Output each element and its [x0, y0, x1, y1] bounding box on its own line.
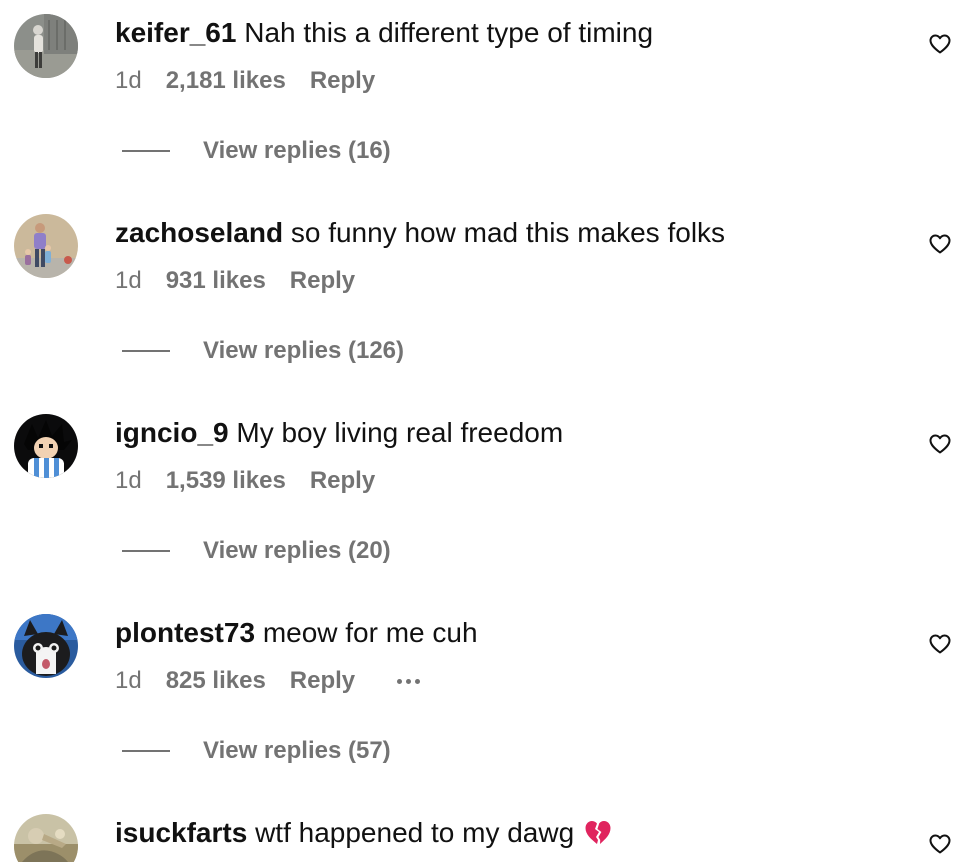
comment-item: isuckfarts wtf happened to my dawg: [0, 800, 964, 862]
comment-text-line: plontest73 meow for me cuh: [115, 616, 478, 650]
comment-body: meow for me cuh: [262, 617, 478, 648]
view-replies-label: View replies (20): [203, 537, 391, 564]
comment-text-line: zachoseland so funny how mad this makes …: [115, 216, 725, 250]
comment-likes[interactable]: 825 likes: [166, 666, 266, 696]
avatar-image: [14, 414, 78, 478]
replies-divider: [122, 550, 170, 552]
avatar[interactable]: [14, 14, 78, 78]
reply-button[interactable]: Reply: [290, 666, 355, 696]
heart-outline-icon[interactable]: [928, 32, 952, 56]
comment-item: plontest73 meow for me cuh 1d 825 likes …: [0, 600, 964, 800]
ellipsis-icon[interactable]: [397, 678, 421, 684]
reply-button[interactable]: Reply: [310, 66, 375, 96]
comment-time: 1d: [115, 667, 142, 694]
avatar[interactable]: [14, 414, 78, 478]
avatar-image: [14, 614, 78, 678]
heart-outline-icon[interactable]: [928, 832, 952, 856]
comment-text-line: isuckfarts wtf happened to my dawg: [115, 816, 612, 853]
avatar-image: [14, 214, 78, 278]
comment-item: igncio_9 My boy living real freedom 1d 1…: [0, 400, 964, 600]
comment-username[interactable]: isuckfarts: [115, 817, 247, 848]
broken-heart-icon: [584, 819, 612, 853]
view-replies-button[interactable]: View replies (57): [122, 736, 391, 766]
comment-time: 1d: [115, 67, 142, 94]
replies-divider: [122, 350, 170, 352]
comment-time: 1d: [115, 467, 142, 494]
comment-username[interactable]: igncio_9: [115, 417, 229, 448]
view-replies-label: View replies (57): [203, 737, 391, 764]
comment-body: My boy living real freedom: [236, 417, 564, 448]
comment-meta: 1d 931 likes Reply: [115, 266, 355, 296]
avatar-image: [14, 14, 78, 78]
comment-body: wtf happened to my dawg: [255, 817, 575, 848]
comment-likes[interactable]: 2,181 likes: [166, 66, 286, 96]
ellipsis-dot: [415, 678, 421, 684]
reply-button[interactable]: Reply: [310, 466, 375, 496]
comment-item: keifer_61 Nah this a different type of t…: [0, 0, 964, 200]
comment-time: 1d: [115, 267, 142, 294]
view-replies-button[interactable]: View replies (126): [122, 336, 404, 366]
avatar-image: [14, 814, 78, 862]
avatar[interactable]: [14, 614, 78, 678]
replies-divider: [122, 150, 170, 152]
comment-text-line: igncio_9 My boy living real freedom: [115, 416, 563, 450]
view-replies-button[interactable]: View replies (16): [122, 136, 391, 166]
comment-text-line: keifer_61 Nah this a different type of t…: [115, 16, 653, 50]
comment-meta: 1d 825 likes Reply: [115, 666, 421, 696]
ellipsis-dot: [397, 678, 403, 684]
heart-outline-icon[interactable]: [928, 432, 952, 456]
comment-username[interactable]: zachoseland: [115, 217, 283, 248]
comment-likes[interactable]: 931 likes: [166, 266, 266, 296]
view-replies-label: View replies (126): [203, 337, 404, 364]
view-replies-button[interactable]: View replies (20): [122, 536, 391, 566]
comment-username[interactable]: keifer_61: [115, 17, 236, 48]
replies-divider: [122, 750, 170, 752]
comment-username[interactable]: plontest73: [115, 617, 255, 648]
comment-meta: 1d 1,539 likes Reply: [115, 466, 375, 496]
avatar[interactable]: [14, 814, 78, 862]
comment-body: Nah this a different type of timing: [244, 17, 654, 48]
avatar[interactable]: [14, 214, 78, 278]
reply-button[interactable]: Reply: [290, 266, 355, 296]
comment-item: zachoseland so funny how mad this makes …: [0, 200, 964, 400]
comment-meta: 1d 2,181 likes Reply: [115, 66, 375, 96]
view-replies-label: View replies (16): [203, 137, 391, 164]
heart-outline-icon[interactable]: [928, 632, 952, 656]
heart-outline-icon[interactable]: [928, 232, 952, 256]
comment-body: so funny how mad this makes folks: [290, 217, 726, 248]
ellipsis-dot: [406, 678, 412, 684]
comment-likes[interactable]: 1,539 likes: [166, 466, 286, 496]
